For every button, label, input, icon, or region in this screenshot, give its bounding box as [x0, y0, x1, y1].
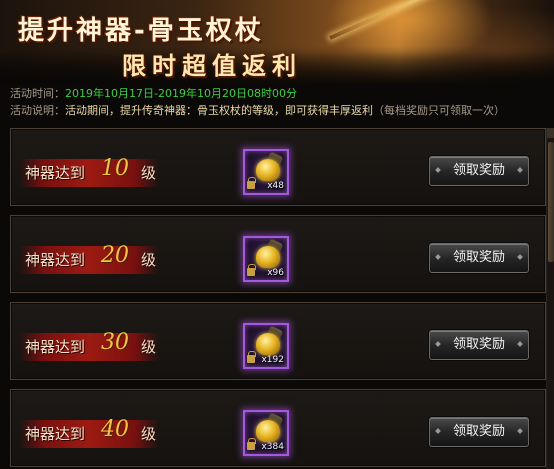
level-label: 神器达到: [25, 164, 86, 182]
scroll-up-arrow[interactable]: [547, 128, 554, 138]
reward-row: 神器达到 30 级 x192 领取奖励: [10, 302, 546, 380]
claim-reward-button[interactable]: 领取奖励: [429, 156, 529, 186]
level-unit: 级: [141, 164, 157, 182]
reward-item-slot[interactable]: x192: [243, 323, 289, 369]
golden-relic-icon: [256, 420, 280, 442]
level-number: 10: [101, 156, 129, 181]
event-description-note: （每档奖励只可领取一次）: [373, 104, 505, 117]
level-label: 神器达到: [25, 425, 86, 443]
claim-reward-button[interactable]: 领取奖励: [429, 417, 529, 447]
event-description-line: 活动说明：活动期间，提升传奇神器：骨玉权杖的等级，即可获得丰厚返利（每档奖励只可…: [10, 104, 505, 118]
level-label: 神器达到: [25, 251, 86, 269]
reward-row: 神器达到 20 级 x96 领取奖励: [10, 215, 546, 293]
reward-item-slot[interactable]: x96: [243, 236, 289, 282]
event-description-value: 活动期间，提升传奇神器：骨玉权杖的等级，即可获得丰厚返利: [65, 104, 373, 117]
lock-icon: [247, 351, 256, 363]
level-unit: 级: [141, 338, 157, 356]
lock-icon: [247, 264, 256, 276]
level-unit: 级: [141, 425, 157, 443]
item-count: x384: [261, 442, 284, 452]
lock-icon: [247, 438, 256, 450]
level-number: 30: [101, 330, 129, 355]
reward-row: 神器达到 10 级 x48 领取奖励: [10, 128, 546, 206]
level-unit: 级: [141, 251, 157, 269]
banner-subtitle: 限时超值返利: [122, 52, 302, 80]
golden-relic-icon: [256, 246, 280, 268]
event-time-label: 活动时间：: [10, 87, 65, 100]
scroll-thumb[interactable]: [548, 142, 554, 262]
event-description-label: 活动说明：: [10, 104, 65, 117]
golden-relic-icon: [256, 159, 280, 181]
event-time-value: 2019年10月17日-2019年10月20日08时00分: [65, 87, 297, 100]
golden-relic-icon: [256, 333, 280, 355]
level-label: 神器达到: [25, 338, 86, 356]
item-count: x192: [261, 355, 284, 365]
event-banner: 提升神器-骨玉权杖 限时超值返利: [0, 0, 554, 84]
event-time-line: 活动时间：2019年10月17日-2019年10月20日08时00分: [10, 87, 297, 101]
item-count: x96: [267, 268, 284, 278]
claim-reward-button[interactable]: 领取奖励: [429, 243, 529, 273]
item-count: x48: [267, 181, 284, 191]
level-number: 40: [101, 417, 129, 442]
reward-item-slot[interactable]: x384: [243, 410, 289, 456]
reward-item-slot[interactable]: x48: [243, 149, 289, 195]
lock-icon: [247, 177, 256, 189]
vertical-scrollbar[interactable]: [546, 128, 554, 469]
banner-title: 提升神器-骨玉权杖: [18, 16, 264, 46]
level-number: 20: [101, 243, 129, 268]
reward-list: 神器达到 10 级 x48 领取奖励 神器达到 20 级 x96 领取奖励 神器…: [10, 128, 546, 469]
reward-row: 神器达到 40 级 x384 领取奖励: [10, 389, 546, 467]
claim-reward-button[interactable]: 领取奖励: [429, 330, 529, 360]
